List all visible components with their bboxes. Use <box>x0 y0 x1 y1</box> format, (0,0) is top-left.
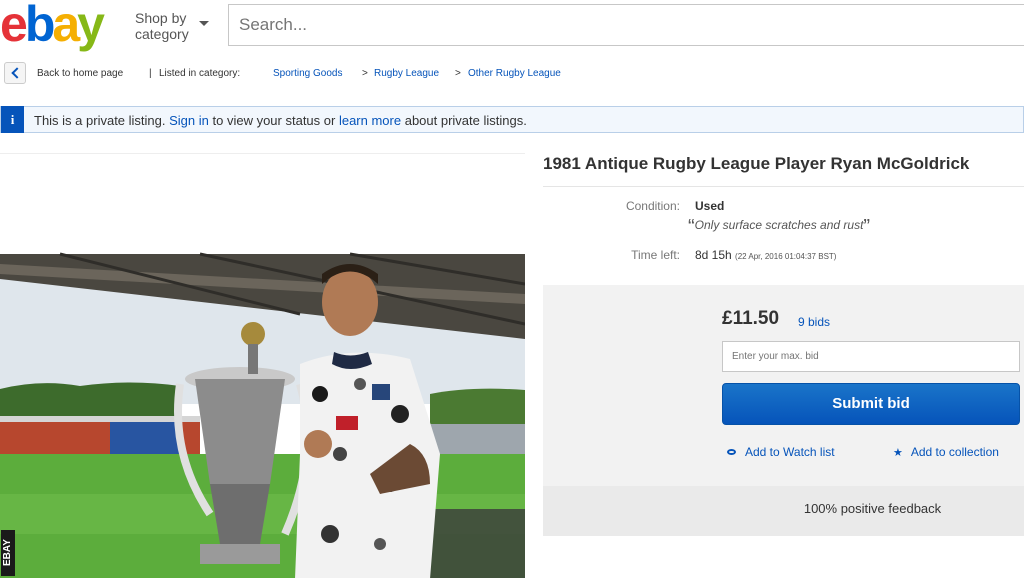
star-icon: ★ <box>893 447 903 459</box>
item-photo[interactable] <box>0 153 525 578</box>
sign-in-link[interactable]: Sign in <box>169 113 209 128</box>
eye-icon <box>727 449 736 455</box>
current-price: £11.50 <box>722 308 780 329</box>
category-label: category <box>135 26 189 42</box>
item-photo-image <box>0 252 525 578</box>
submit-bid-button[interactable]: Submit bid <box>722 383 1020 425</box>
condition-note: “Only surface scratches and rust” <box>688 216 871 238</box>
breadcrumb-separator: | <box>149 68 152 79</box>
breadcrumb: Back to home page | Listed in category: … <box>0 60 1024 86</box>
info-icon: i <box>1 106 24 133</box>
seller-feedback: 100% positive feedback <box>803 501 942 516</box>
divider <box>543 186 1024 187</box>
private-listing-message: This is a private listing. Sign in to vi… <box>34 113 527 128</box>
max-bid-input[interactable] <box>722 341 1020 372</box>
breadcrumb-other-rugby-league[interactable]: Other Rugby League <box>468 68 561 79</box>
ebay-watermark: EBAY <box>1 530 15 576</box>
private-listing-banner: i This is a private listing. Sign in to … <box>0 106 1024 133</box>
breadcrumb-sporting-goods[interactable]: Sporting Goods <box>273 68 343 79</box>
shop-by-category-button[interactable]: Shop by category <box>135 10 189 42</box>
search-input[interactable] <box>228 4 1024 46</box>
condition-value: Used <box>695 199 725 213</box>
caret-down-icon[interactable] <box>199 21 209 26</box>
ebay-logo[interactable]: ebay <box>0 0 105 54</box>
listed-in-label: Listed in category: <box>159 68 241 79</box>
time-left-value: 8d 15h (22 Apr, 2016 01:04:37 BST) <box>695 248 837 262</box>
item-title: 1981 Antique Rugby League Player Ryan Mc… <box>543 154 970 173</box>
chevron-left-icon[interactable] <box>4 62 26 84</box>
breadcrumb-arrow: > <box>455 68 461 79</box>
add-to-watch-list-link[interactable]: Add to Watch list <box>727 445 835 459</box>
add-to-collection-link[interactable]: ★ Add to collection <box>893 445 999 459</box>
back-to-home-link[interactable]: Back to home page <box>37 68 123 79</box>
bid-count-link[interactable]: 9 bids <box>798 315 830 329</box>
condition-label: Condition: <box>625 199 680 213</box>
breadcrumb-arrow: > <box>362 68 368 79</box>
shop-by-label: Shop by <box>135 10 187 26</box>
learn-more-link[interactable]: learn more <box>339 113 401 128</box>
end-time: (22 Apr, 2016 01:04:37 BST) <box>735 252 837 261</box>
breadcrumb-rugby-league[interactable]: Rugby League <box>374 68 439 79</box>
site-header: ebay Shop by category <box>0 0 1024 52</box>
time-left-label: Time left: <box>631 248 680 262</box>
